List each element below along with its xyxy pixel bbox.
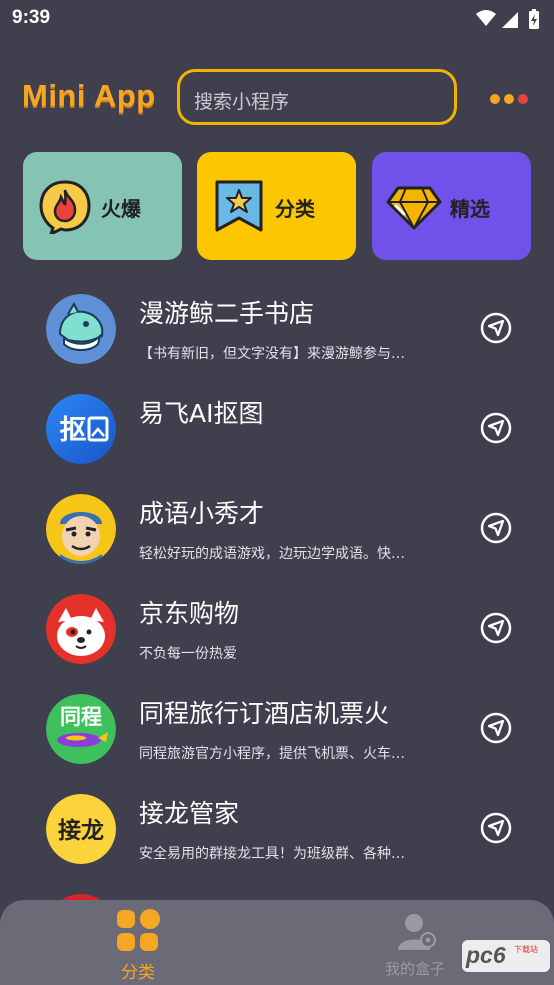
chengyu-avatar xyxy=(46,494,116,564)
navigate-icon[interactable] xyxy=(479,311,513,345)
watermark-text: pc6 xyxy=(466,942,506,968)
status-bar: 9:39 xyxy=(0,0,554,38)
tongcheng-avatar-text: 同程 xyxy=(60,705,102,729)
jd-avatar xyxy=(46,594,116,664)
wifi-icon xyxy=(476,10,496,26)
list-item[interactable]: 漫游鲸二手书店 【书有新旧，但文字没有】来漫游鲸参与… xyxy=(0,280,554,380)
list-item-partial[interactable] xyxy=(0,880,554,900)
item-title: 漫游鲸二手书店 xyxy=(139,299,315,328)
grid-icon xyxy=(117,909,160,951)
item-title: 成语小秀才 xyxy=(139,499,265,528)
header: Mini App 搜索小程序 xyxy=(0,66,554,130)
navigate-icon[interactable] xyxy=(479,811,513,845)
jielong-avatar: 接龙 xyxy=(46,794,116,864)
item-title: 同程旅行订酒店机票火 xyxy=(139,699,390,728)
search-placeholder: 搜索小程序 xyxy=(194,91,290,113)
item-title: 易飞AI抠图 xyxy=(139,399,264,428)
item-desc: 安全易用的群接龙工具！为班级群、各种… xyxy=(139,846,405,862)
status-icons xyxy=(476,9,539,29)
tab-label: 我的盒子 xyxy=(384,960,445,978)
list-item[interactable]: 成语小秀才 轻松好玩的成语游戏，边玩边学成语。快… xyxy=(0,480,554,580)
pc6-watermark: pc6 下载站 xyxy=(462,940,550,972)
more-dot-icon xyxy=(518,94,528,104)
more-dot-icon xyxy=(490,94,500,104)
list-item[interactable]: 同程 同程旅行订酒店机票火 同程旅游官方小程序，提供飞机票、火车… xyxy=(0,680,554,780)
yifei-avatar: 抠 xyxy=(46,394,116,464)
item-desc: 轻松好玩的成语游戏，边玩边学成语。快… xyxy=(139,546,405,562)
signal-icon xyxy=(502,12,518,28)
app-logo: Mini App xyxy=(22,78,156,113)
category-classify[interactable]: 分类 xyxy=(197,152,356,260)
tongcheng-avatar: 同程 xyxy=(46,694,116,764)
yifei-avatar-text: 抠 xyxy=(60,415,87,446)
search-input[interactable]: 搜索小程序 xyxy=(177,69,457,125)
gem-icon xyxy=(386,186,442,230)
item-title: 接龙管家 xyxy=(139,799,240,828)
item-desc: 【书有新旧，但文字没有】来漫游鲸参与… xyxy=(139,346,405,362)
list-item[interactable]: 京东购物 不负每一份热爱 xyxy=(0,580,554,680)
list-item[interactable]: 接龙 接龙管家 安全易用的群接龙工具！为班级群、各种… xyxy=(0,780,554,880)
tab-category[interactable]: 分类 xyxy=(88,908,188,983)
navigate-icon[interactable] xyxy=(479,611,513,645)
item-desc: 不负每一份热爱 xyxy=(139,646,237,662)
list-item[interactable]: 抠 易飞AI抠图 xyxy=(0,380,554,480)
navigate-icon[interactable] xyxy=(479,711,513,745)
tab-label: 分类 xyxy=(121,963,155,983)
user-icon xyxy=(398,914,436,950)
item-title: 京东购物 xyxy=(139,599,240,628)
navigate-icon[interactable] xyxy=(479,511,513,545)
category-cards: 火爆 分类 精选 xyxy=(0,152,554,260)
status-time: 9:39 xyxy=(12,7,51,28)
more-dot-icon xyxy=(504,94,514,104)
manyoujing-avatar xyxy=(46,294,116,364)
watermark-sub: 下载站 xyxy=(514,945,538,954)
bookmark-star-icon xyxy=(215,180,263,232)
category-hot[interactable]: 火爆 xyxy=(23,152,182,260)
tab-my-box[interactable]: 我的盒子 xyxy=(365,908,465,980)
category-label: 火爆 xyxy=(101,197,141,221)
more-menu-button[interactable] xyxy=(490,94,530,106)
category-label: 精选 xyxy=(450,197,490,221)
category-featured[interactable]: 精选 xyxy=(372,152,531,260)
navigate-icon[interactable] xyxy=(479,411,513,445)
jielong-avatar-text: 接龙 xyxy=(58,818,104,844)
item-desc: 同程旅游官方小程序，提供飞机票、火车… xyxy=(139,746,405,762)
fire-icon xyxy=(39,180,91,234)
category-label: 分类 xyxy=(275,197,315,221)
